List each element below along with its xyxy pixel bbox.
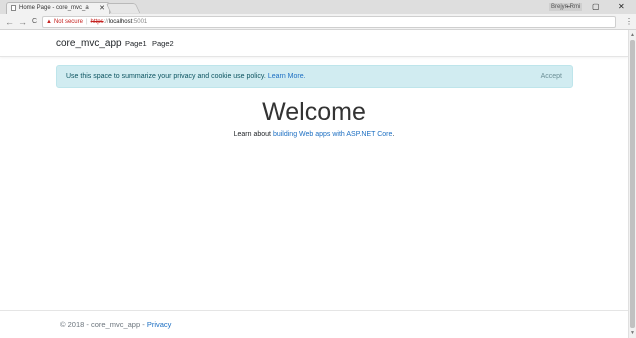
not-secure-label[interactable]: Not secure <box>54 19 83 25</box>
page-title: Welcome <box>262 98 366 126</box>
warning-icon: ▲ <box>46 19 52 25</box>
footer-copyright: © 2018 - core_mvc_app - <box>60 320 145 329</box>
close-window-icon[interactable]: ✕ <box>618 1 625 13</box>
close-tab-icon[interactable]: ✕ <box>99 3 105 14</box>
nav-item-page2[interactable]: Page2 <box>152 39 174 48</box>
aspnet-core-link[interactable]: building Web apps with ASP.NET Core <box>273 131 392 138</box>
reload-icon[interactable]: C <box>32 15 37 29</box>
page-footer: © 2018 - core_mvc_app - Privacy <box>60 320 171 329</box>
maximize-icon[interactable]: ▢ <box>592 1 600 13</box>
accept-button[interactable]: Accept <box>541 66 562 87</box>
privacy-link[interactable]: Privacy <box>147 320 172 329</box>
cookie-consent-banner: Use this space to summarize your privacy… <box>56 65 573 88</box>
url-host: localhost <box>108 19 133 25</box>
browser-menu-icon[interactable]: ⋮ <box>625 15 633 29</box>
minimize-icon[interactable]: – <box>566 1 570 13</box>
forward-icon[interactable]: → <box>18 15 27 29</box>
footer-divider <box>0 310 628 311</box>
browser-titlebar: Home Page - core_mvc_a ✕ Brejyn Rmi – ▢ … <box>0 0 636 14</box>
scroll-up-icon[interactable]: ▲ <box>630 32 635 38</box>
page-scrollbar[interactable]: ▲ ▼ <box>628 30 636 338</box>
learn-prefix: Learn about <box>233 131 271 138</box>
new-tab-button[interactable] <box>105 3 141 13</box>
back-icon[interactable]: ← <box>5 15 14 29</box>
page-viewport: core_mvc_app Page1 Page2 Use this space … <box>0 30 628 338</box>
page-icon <box>11 5 16 11</box>
url-scheme: https <box>90 19 104 25</box>
learn-about-text: Learn about building Web apps with ASP.N… <box>0 131 628 138</box>
site-brand[interactable]: core_mvc_app <box>56 38 122 49</box>
learn-more-link[interactable]: Learn More. <box>268 73 306 80</box>
browser-toolbar: ← → C ▲ Not secure | https://localhost:5001… <box>0 14 636 30</box>
site-navbar: core_mvc_app Page1 Page2 <box>0 30 628 57</box>
address-separator: | <box>85 19 88 25</box>
tab-title: Home Page - core_mvc_a <box>19 5 89 11</box>
scroll-down-icon[interactable]: ▼ <box>630 330 635 336</box>
address-bar[interactable]: ▲Not secure|https://localhost:5001 ☆ <box>42 16 616 28</box>
scrollbar-thumb[interactable] <box>630 40 635 328</box>
consent-message: Use this space to summarize your privacy… <box>66 73 266 80</box>
url-port: :5001 <box>132 19 148 25</box>
nav-item-page1[interactable]: Page1 <box>125 39 147 48</box>
learn-suffix: . <box>392 131 395 138</box>
browser-tab[interactable]: Home Page - core_mvc_a ✕ <box>6 2 110 14</box>
